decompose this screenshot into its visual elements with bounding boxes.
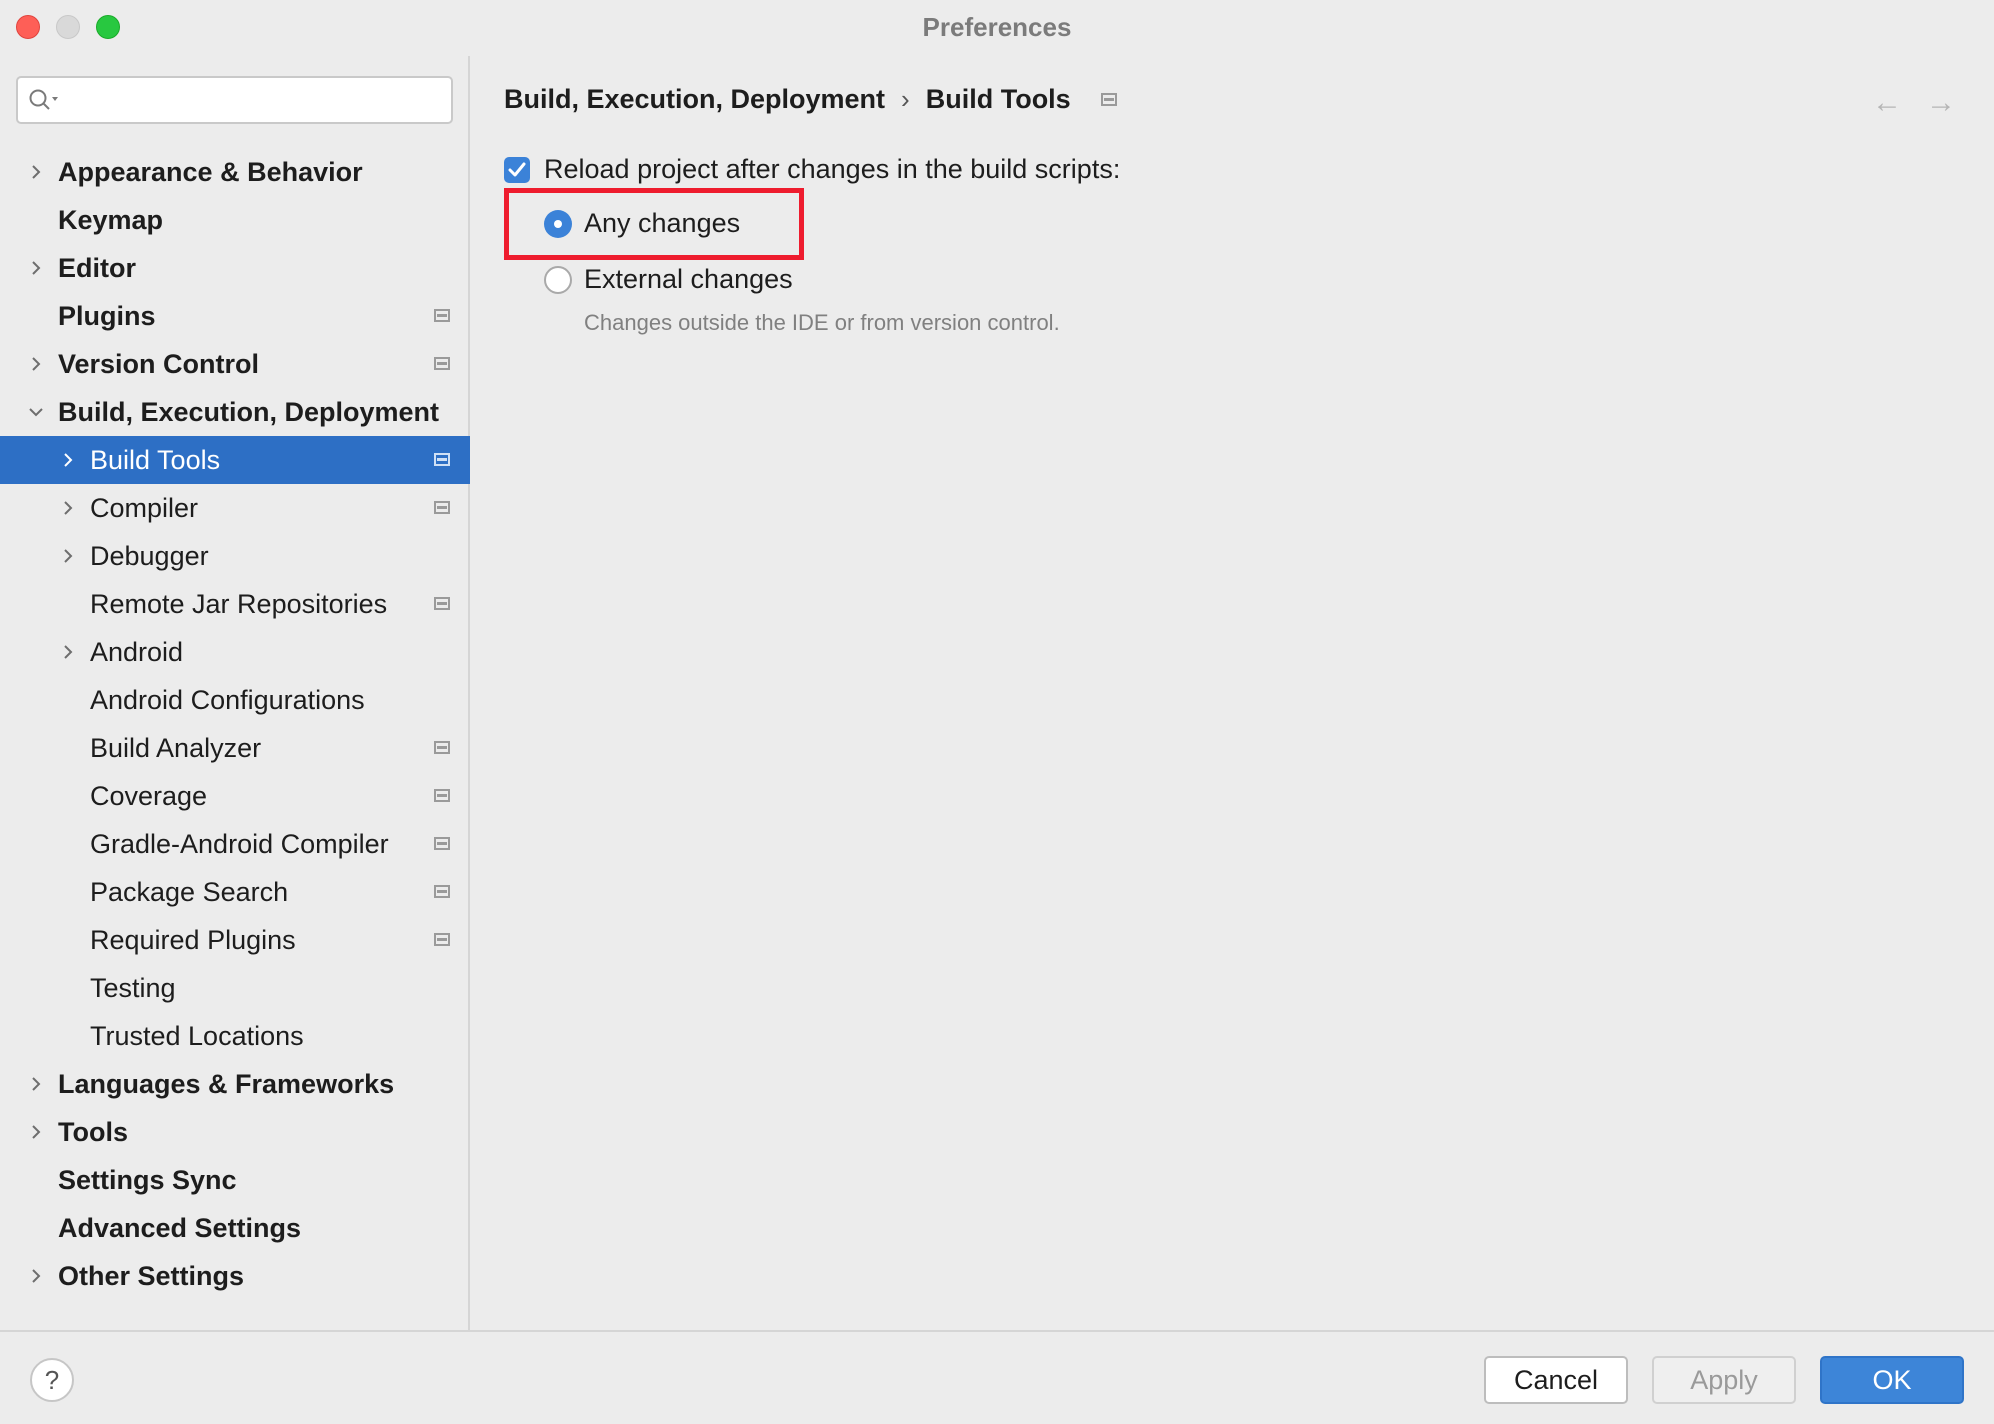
chevron-right-icon[interactable] [26, 148, 46, 196]
sidebar-item-label: Editor [58, 253, 136, 283]
chevron-right-icon[interactable] [26, 244, 46, 292]
sidebar-item-label: Android [90, 637, 184, 667]
search-input[interactable] [16, 76, 453, 124]
project-settings-icon [434, 933, 450, 946]
sidebar-item[interactable]: Build Analyzer [0, 724, 470, 772]
window-title: Preferences [922, 12, 1072, 42]
sidebar-item-label: Package Search [90, 877, 289, 907]
sidebar-item[interactable]: Editor [0, 244, 470, 292]
sidebar-item-label: Required Plugins [90, 925, 296, 955]
sidebar-item[interactable]: Debugger [0, 532, 470, 580]
breadcrumb-separator: › [901, 84, 910, 114]
chevron-right-icon[interactable] [58, 532, 78, 580]
external-changes-option[interactable]: External changes [544, 264, 793, 295]
sidebar-item-label: Build Analyzer [90, 733, 262, 763]
sidebar-item-label: Settings Sync [58, 1165, 237, 1195]
chevron-right-icon[interactable] [26, 1060, 46, 1108]
sidebar-item[interactable]: Build Tools [0, 436, 470, 484]
sidebar-item-label: Plugins [58, 301, 156, 331]
apply-button[interactable]: Apply [1652, 1356, 1796, 1404]
sidebar-item[interactable]: Android [0, 628, 470, 676]
sidebar-item[interactable]: Keymap [0, 196, 470, 244]
settings-content: Build, Execution, Deployment › Build Too… [472, 56, 1994, 1330]
sidebar-item[interactable]: Appearance & Behavior [0, 148, 470, 196]
project-settings-icon [434, 741, 450, 754]
sidebar-item[interactable]: Compiler [0, 484, 470, 532]
external-changes-hint: Changes outside the IDE or from version … [584, 310, 1060, 335]
sidebar-item[interactable]: Package Search [0, 868, 470, 916]
checkmark-icon [508, 162, 526, 176]
project-settings-icon [1100, 93, 1117, 106]
sidebar-item[interactable]: Gradle-Android Compiler [0, 820, 470, 868]
chevron-right-icon[interactable] [26, 340, 46, 388]
sidebar-item-label: Remote Jar Repositories [90, 589, 388, 619]
breadcrumb-parent[interactable]: Build, Execution, Deployment [504, 84, 885, 115]
sidebar-item-label: Version Control [58, 349, 260, 379]
external-changes-radio[interactable] [544, 265, 572, 294]
sidebar-item[interactable]: Remote Jar Repositories [0, 580, 470, 628]
settings-tree: Appearance & Behavior Keymap Editor Plugins… [0, 148, 470, 1300]
settings-sidebar: Appearance & Behavior Keymap Editor Plugins… [0, 56, 470, 1330]
sidebar-item-label: Coverage [90, 781, 208, 811]
sidebar-item-label: Tools [58, 1117, 128, 1147]
sidebar-item[interactable]: Build, Execution, Deployment [0, 388, 470, 436]
chevron-right-icon[interactable] [58, 436, 78, 484]
project-settings-icon [434, 597, 450, 610]
sidebar-item-label: Keymap [58, 205, 164, 235]
reload-project-checkbox[interactable] [504, 156, 530, 183]
chevron-right-icon[interactable] [58, 484, 78, 532]
cancel-button[interactable]: Cancel [1484, 1356, 1628, 1404]
project-settings-icon [434, 837, 450, 850]
sidebar-item-label: Debugger [90, 541, 209, 571]
title-bar: Preferences [0, 0, 1994, 56]
chevron-right-icon[interactable] [58, 628, 78, 676]
highlight-annotation [504, 188, 804, 260]
breadcrumb: Build, Execution, Deployment › Build Too… [504, 84, 1117, 115]
sidebar-item-label: Other Settings [58, 1261, 245, 1291]
search-icon [29, 89, 58, 110]
breadcrumb-current: Build Tools [925, 84, 1071, 114]
sidebar-item[interactable]: Required Plugins [0, 916, 470, 964]
sidebar-item-label: Android Configurations [90, 685, 365, 715]
chevron-right-icon[interactable] [26, 1252, 46, 1300]
sidebar-item[interactable]: Version Control [0, 340, 470, 388]
sidebar-item-label: Advanced Settings [58, 1213, 302, 1243]
chevron-right-icon[interactable] [26, 1108, 46, 1156]
sidebar-item[interactable]: Settings Sync [0, 1156, 470, 1204]
project-settings-icon [434, 357, 450, 370]
help-button[interactable]: ? [30, 1358, 74, 1402]
sidebar-item-label: Compiler [90, 493, 199, 523]
sidebar-item[interactable]: Languages & Frameworks [0, 1060, 470, 1108]
external-changes-label: External changes [584, 264, 793, 294]
sidebar-item-label: Build, Execution, Deployment [58, 397, 440, 427]
sidebar-item[interactable]: Android Configurations [0, 676, 470, 724]
sidebar-item[interactable]: Coverage [0, 772, 470, 820]
sidebar-item-label: Gradle-Android Compiler [90, 829, 389, 859]
sidebar-item[interactable]: Testing [0, 964, 470, 1012]
back-arrow-icon[interactable]: ← [1872, 86, 1902, 120]
dialog-footer: ? Cancel Apply OK [0, 1330, 1994, 1424]
sidebar-item-label: Languages & Frameworks [58, 1069, 395, 1099]
sidebar-item-label: Trusted Locations [90, 1021, 304, 1051]
sidebar-item[interactable]: Plugins [0, 292, 470, 340]
sidebar-item-label: Testing [90, 973, 176, 1003]
project-settings-icon [434, 501, 450, 514]
sidebar-item[interactable]: Other Settings [0, 1252, 470, 1300]
sidebar-item-label: Build Tools [90, 445, 221, 475]
reload-project-option[interactable]: Reload project after changes in the buil… [504, 154, 1120, 185]
project-settings-icon [434, 309, 450, 322]
reload-project-label: Reload project after changes in the buil… [544, 154, 1121, 184]
sidebar-item-label: Appearance & Behavior [58, 157, 363, 187]
project-settings-icon [434, 789, 450, 802]
ok-button[interactable]: OK [1820, 1356, 1964, 1404]
project-settings-icon [434, 453, 450, 466]
project-settings-icon [434, 885, 450, 898]
sidebar-item[interactable]: Trusted Locations [0, 1012, 470, 1060]
sidebar-item[interactable]: Advanced Settings [0, 1204, 470, 1252]
forward-arrow-icon[interactable]: → [1926, 86, 1956, 120]
chevron-down-icon[interactable] [26, 388, 46, 436]
sidebar-item[interactable]: Tools [0, 1108, 470, 1156]
